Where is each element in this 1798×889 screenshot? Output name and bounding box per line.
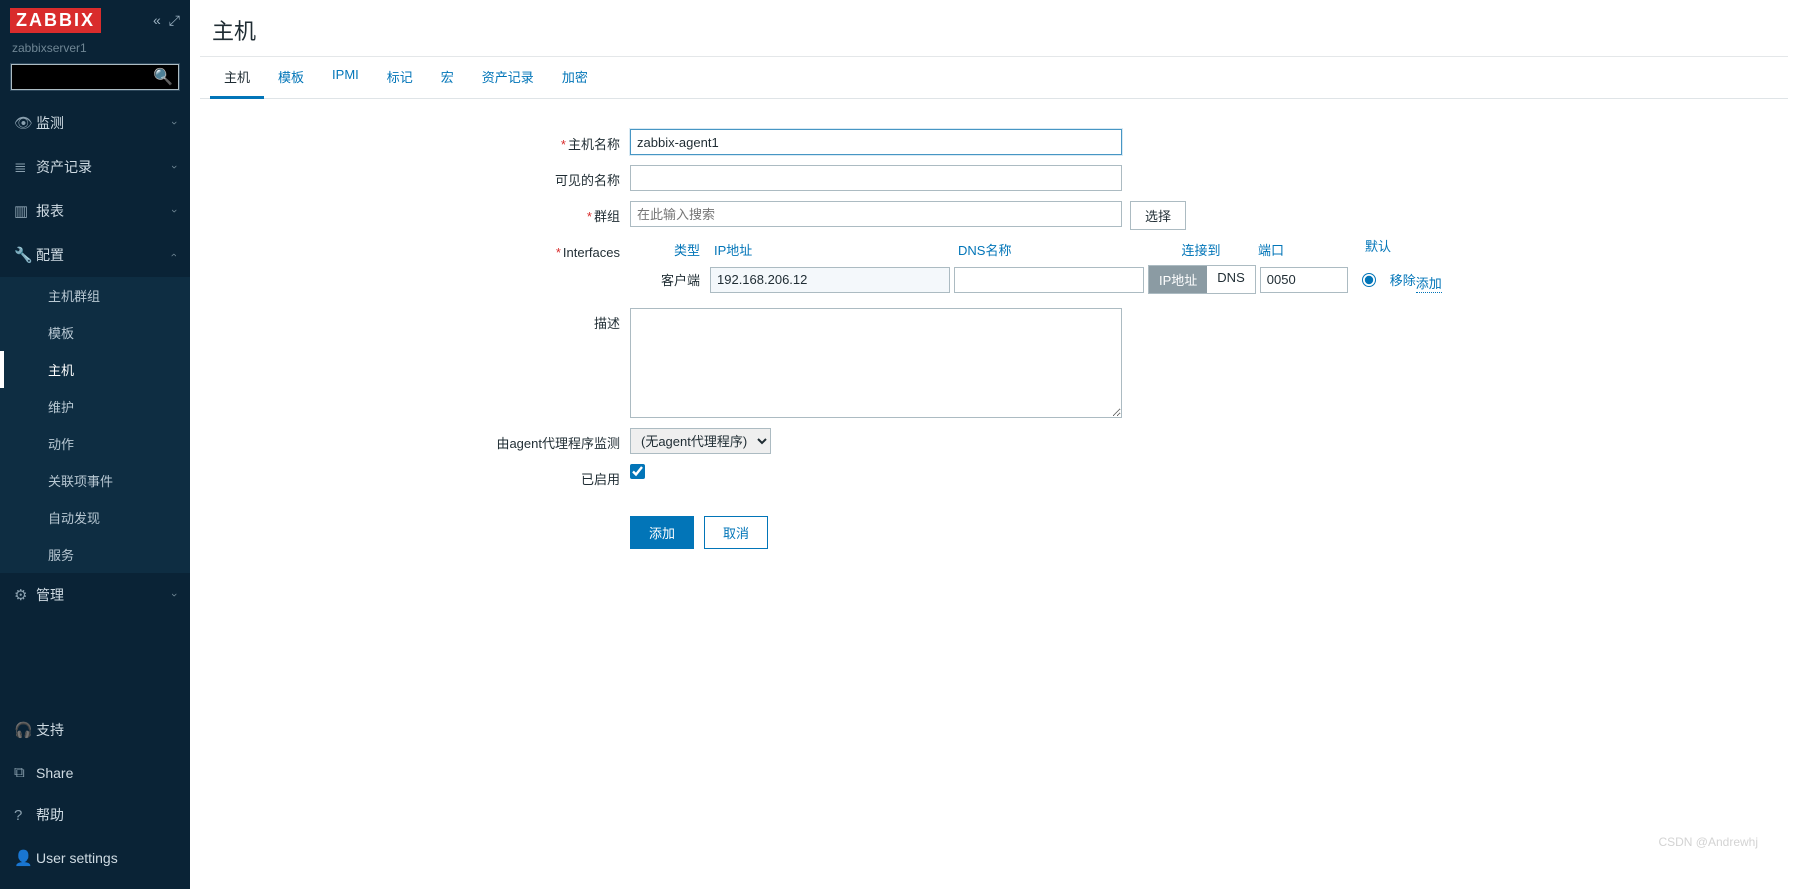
footer-label: Share <box>36 765 176 781</box>
watermark: CSDN @Andrewhj <box>1658 835 1758 849</box>
nav-label: 管理 <box>36 585 172 605</box>
chevron-icon: › <box>168 209 180 213</box>
nav-label: 配置 <box>36 245 172 265</box>
nav-sub-主机[interactable]: 主机 <box>0 351 190 388</box>
footer-icon: 👤 <box>14 849 36 867</box>
nav-icon: 🔧 <box>14 246 36 264</box>
desc-label: 描述 <box>594 316 620 331</box>
nav-icon: ≣ <box>14 158 36 176</box>
fullscreen-icon[interactable]: ⤢ <box>169 12 180 29</box>
interfaces-header: 类型 IP地址 DNS名称 连接到 端口 默认 <box>630 240 1393 265</box>
iface-head-dns: DNS名称 <box>954 240 1152 259</box>
nav-sub-关联项事件[interactable]: 关联项事件 <box>0 462 190 499</box>
tab-加密[interactable]: 加密 <box>548 57 602 98</box>
iface-head-conn: 连接到 <box>1152 240 1250 259</box>
footer-label: 支持 <box>36 720 176 740</box>
nav-sub-服务[interactable]: 服务 <box>0 536 190 573</box>
footer-icon: ? <box>14 807 36 824</box>
logo-row: ZABBIX « ⤢ <box>0 0 190 41</box>
brand-logo[interactable]: ZABBIX <box>10 8 101 33</box>
nav-label: 监测 <box>36 113 172 133</box>
footer-icon: 🎧 <box>14 721 36 739</box>
iface-head-ip: IP地址 <box>710 240 954 259</box>
iface-head-default: 默认 <box>1365 240 1393 259</box>
nav-sub-模板[interactable]: 模板 <box>0 314 190 351</box>
iface-default-radio[interactable] <box>1362 273 1376 287</box>
nav-icon: ▥ <box>14 202 36 220</box>
chevron-icon: › <box>168 253 180 257</box>
interfaces-label: Interfaces <box>563 245 620 260</box>
proxy-select[interactable]: (无agent代理程序) <box>630 428 771 454</box>
footer-label: 帮助 <box>36 805 176 825</box>
nav-item-监测[interactable]: 👁监测› <box>0 101 190 145</box>
nav-label: 资产记录 <box>36 157 172 177</box>
tabs: 主机模板IPMI标记宏资产记录加密 <box>200 57 1788 99</box>
nav-item-配置[interactable]: 🔧配置› <box>0 233 190 277</box>
collapse-sidebar-icon[interactable]: « <box>153 12 161 29</box>
visiblename-label: 可见的名称 <box>555 173 620 188</box>
hostname-input[interactable] <box>630 129 1122 155</box>
global-search[interactable]: 🔍 <box>10 63 180 91</box>
nav-icon: ⚙ <box>14 586 36 604</box>
iface-head-port: 端口 <box>1250 240 1365 259</box>
server-name: zabbixserver1 <box>0 41 190 63</box>
chevron-icon: › <box>168 121 180 125</box>
nav-sub-维护[interactable]: 维护 <box>0 388 190 425</box>
iface-remove-link[interactable]: 移除 <box>1390 270 1416 289</box>
page-title: 主机 <box>190 0 1798 56</box>
iface-dns-input[interactable] <box>954 267 1144 293</box>
nav-label: 报表 <box>36 201 172 221</box>
enabled-checkbox[interactable] <box>630 464 645 479</box>
footer-item-User settings[interactable]: 👤User settings <box>0 837 190 879</box>
footer-item-Share[interactable]: ⧉Share <box>0 752 190 793</box>
chevron-icon: › <box>168 593 180 597</box>
nav-item-报表[interactable]: ▥报表› <box>0 189 190 233</box>
nav-sub-主机群组[interactable]: 主机群组 <box>0 277 190 314</box>
footer-item-支持[interactable]: 🎧支持 <box>0 708 190 752</box>
visiblename-input[interactable] <box>630 165 1122 191</box>
nav-item-管理[interactable]: ⚙管理› <box>0 573 190 617</box>
conn-opt-dns[interactable]: DNS <box>1207 266 1254 293</box>
iface-ip-input[interactable] <box>710 267 950 293</box>
submit-button[interactable]: 添加 <box>630 516 694 549</box>
nav-sub-自动发现[interactable]: 自动发现 <box>0 499 190 536</box>
tab-主机[interactable]: 主机 <box>210 57 264 99</box>
nav-item-资产记录[interactable]: ≣资产记录› <box>0 145 190 189</box>
proxy-label: 由agent代理程序监测 <box>496 436 620 451</box>
cancel-button[interactable]: 取消 <box>704 516 768 549</box>
sidebar: ZABBIX « ⤢ zabbixserver1 🔍 👁监测›≣资产记录›▥报表… <box>0 0 190 889</box>
main-content: 主机 主机模板IPMI标记宏资产记录加密 *主机名称 可见的名称 <box>190 0 1798 889</box>
chevron-icon: › <box>168 165 180 169</box>
search-icon[interactable]: 🔍 <box>153 67 173 87</box>
nav-icon: 👁 <box>14 114 36 132</box>
desc-textarea[interactable] <box>630 308 1122 418</box>
tab-IPMI[interactable]: IPMI <box>318 57 373 98</box>
groups-input[interactable] <box>630 201 1122 227</box>
tab-资产记录[interactable]: 资产记录 <box>468 57 548 98</box>
nav-sub-动作[interactable]: 动作 <box>0 425 190 462</box>
iface-port-input[interactable] <box>1260 267 1348 293</box>
conn-opt-ip[interactable]: IP地址 <box>1149 266 1207 293</box>
footer-item-帮助[interactable]: ?帮助 <box>0 793 190 837</box>
hostname-label: 主机名称 <box>568 137 620 152</box>
tab-模板[interactable]: 模板 <box>264 57 318 98</box>
footer-nav: 🎧支持⧉Share?帮助👤User settings <box>0 708 190 889</box>
enabled-label: 已启用 <box>581 472 620 487</box>
iface-head-type: 类型 <box>630 240 710 259</box>
groups-label: 群组 <box>594 209 620 224</box>
host-form: *主机名称 可见的名称 *群组 选择 <box>200 99 1788 589</box>
iface-connect-toggle[interactable]: IP地址 DNS <box>1148 265 1256 294</box>
interface-row: 客户端 IP地址 DNS 移除 <box>630 265 1416 294</box>
iface-type-label: 客户端 <box>630 270 710 289</box>
tab-标记[interactable]: 标记 <box>373 57 427 98</box>
groups-select-button[interactable]: 选择 <box>1130 201 1186 230</box>
main-nav: 👁监测›≣资产记录›▥报表›🔧配置›主机群组模板主机维护动作关联项事件自动发现服… <box>0 101 190 708</box>
tab-宏[interactable]: 宏 <box>427 57 468 98</box>
footer-icon: ⧉ <box>14 764 36 781</box>
iface-add-link[interactable]: 添加 <box>1416 273 1442 293</box>
footer-label: User settings <box>36 850 176 866</box>
